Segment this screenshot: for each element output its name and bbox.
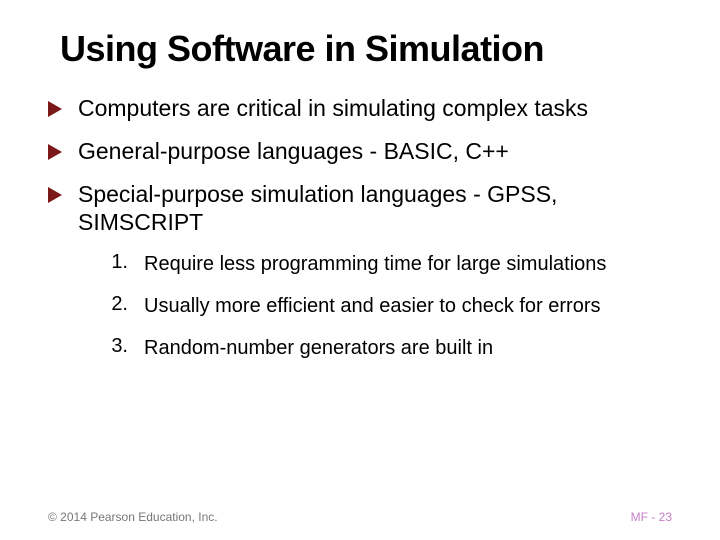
bullet-text: General-purpose languages - BASIC, C++ [78, 137, 509, 166]
list-item: 3. Random-number generators are built in [100, 335, 672, 361]
triangle-bullet-icon [48, 144, 64, 160]
copyright-text: © 2014 Pearson Education, Inc. [48, 510, 218, 524]
list-number: 1. [100, 251, 128, 274]
list-item: Special-purpose simulation languages - G… [48, 180, 672, 238]
list-item: 2. Usually more efficient and easier to … [100, 293, 672, 319]
numbered-list: 1. Require less programming time for lar… [48, 251, 672, 361]
bullet-text: Computers are critical in simulating com… [78, 94, 588, 123]
triangle-bullet-icon [48, 101, 64, 117]
list-item: 1. Require less programming time for lar… [100, 251, 672, 277]
bullet-list: Computers are critical in simulating com… [48, 94, 672, 237]
slide-title: Using Software in Simulation [48, 28, 672, 70]
footer: © 2014 Pearson Education, Inc. MF - 23 [48, 510, 672, 524]
list-item: Computers are critical in simulating com… [48, 94, 672, 123]
triangle-bullet-icon [48, 187, 64, 203]
list-number: 2. [100, 293, 128, 316]
numbered-text: Require less programming time for large … [144, 251, 606, 277]
list-item: General-purpose languages - BASIC, C++ [48, 137, 672, 166]
numbered-text: Usually more efficient and easier to che… [144, 293, 601, 319]
list-number: 3. [100, 335, 128, 358]
page-number: MF - 23 [631, 510, 672, 524]
bullet-text: Special-purpose simulation languages - G… [78, 180, 672, 238]
numbered-text: Random-number generators are built in [144, 335, 493, 361]
